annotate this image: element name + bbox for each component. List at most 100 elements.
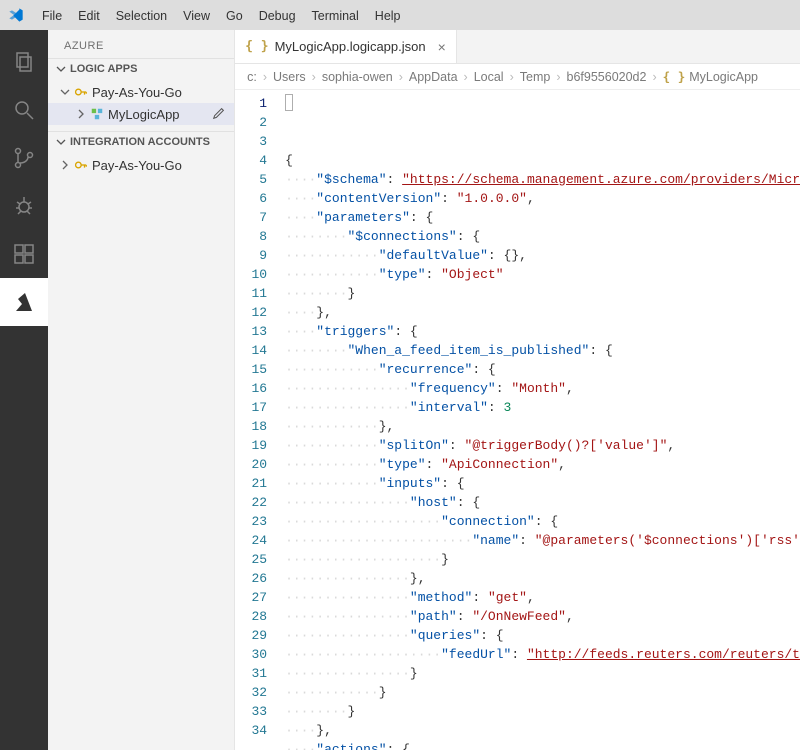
line-number: 5 [235, 170, 267, 189]
tab-mylogicapp[interactable]: { } MyLogicApp.logicapp.json × [235, 30, 457, 63]
code-line[interactable]: ············} [285, 683, 800, 702]
menu-selection[interactable]: Selection [108, 9, 175, 23]
code-line[interactable]: ············"recurrence": { [285, 360, 800, 379]
code-line[interactable]: ················"interval": 3 [285, 398, 800, 417]
breadcrumb-file[interactable]: MyLogicApp [689, 70, 758, 84]
code-line[interactable]: ····················} [285, 550, 800, 569]
code-line[interactable]: ················"path": "/OnNewFeed", [285, 607, 800, 626]
tab-label: MyLogicApp.logicapp.json [275, 39, 426, 54]
menu-terminal[interactable]: Terminal [304, 9, 367, 23]
code-line[interactable]: ········"When_a_feed_item_is_published":… [285, 341, 800, 360]
tree-item-pay-as-you-go[interactable]: Pay-As-You-Go [48, 81, 234, 103]
breadcrumb-segment[interactable]: c: [247, 70, 257, 84]
json-braces-icon: { } [663, 69, 686, 84]
line-number: 15 [235, 360, 267, 379]
line-number: 20 [235, 455, 267, 474]
debug-icon[interactable] [0, 182, 48, 230]
line-number: 19 [235, 436, 267, 455]
section-logic-apps[interactable]: LOGIC APPS [48, 58, 234, 79]
code-line[interactable]: ····················"feedUrl": "http://f… [285, 645, 800, 664]
chevron-right-icon: › [650, 70, 658, 84]
search-icon[interactable] [0, 86, 48, 134]
source-control-icon[interactable] [0, 134, 48, 182]
code-line[interactable]: ················"frequency": "Month", [285, 379, 800, 398]
tree-item-mylogicapp[interactable]: MyLogicApp [48, 103, 234, 125]
code-line[interactable]: ········"$connections": { [285, 227, 800, 246]
chevron-down-icon [54, 62, 68, 76]
chevron-right-icon: › [310, 70, 318, 84]
chevron-right-icon: › [462, 70, 470, 84]
tab-bar: { } MyLogicApp.logicapp.json × [235, 30, 800, 64]
code-line[interactable]: ················"method": "get", [285, 588, 800, 607]
breadcrumb-segment[interactable]: Users [273, 70, 306, 84]
code-line[interactable]: ············"type": "Object" [285, 265, 800, 284]
code-line[interactable]: ············"inputs": { [285, 474, 800, 493]
line-number: 28 [235, 607, 267, 626]
line-number: 16 [235, 379, 267, 398]
code-line[interactable]: ············"splitOn": "@triggerBody()?[… [285, 436, 800, 455]
line-number: 12 [235, 303, 267, 322]
code-line[interactable]: ····"contentVersion": "1.0.0.0", [285, 189, 800, 208]
code-line[interactable]: ····"$schema": "https://schema.managemen… [285, 170, 800, 189]
extensions-icon[interactable] [0, 230, 48, 278]
code-line[interactable]: ············}, [285, 417, 800, 436]
code-line[interactable]: ················} [285, 664, 800, 683]
json-braces-icon: { } [245, 39, 268, 54]
code-line[interactable]: ············"defaultValue": {}, [285, 246, 800, 265]
breadcrumb-segment[interactable]: AppData [409, 70, 458, 84]
line-number: 7 [235, 208, 267, 227]
activity-bar [0, 30, 48, 750]
menu-view[interactable]: View [175, 9, 218, 23]
code-line[interactable]: ····"triggers": { [285, 322, 800, 341]
code-line[interactable]: ····}, [285, 303, 800, 322]
code-content[interactable]: {····"$schema": "https://schema.manageme… [277, 90, 800, 750]
code-line[interactable]: ········} [285, 284, 800, 303]
line-number-gutter: 1234567891011121314151617181920212223242… [235, 90, 277, 750]
line-number: 3 [235, 132, 267, 151]
chevron-right-icon: › [508, 70, 516, 84]
breadcrumbs[interactable]: c:›Users›sophia-owen›AppData›Local›Temp›… [235, 64, 800, 90]
line-number: 2 [235, 113, 267, 132]
code-line[interactable]: ················"queries": { [285, 626, 800, 645]
azure-icon[interactable] [0, 278, 48, 326]
line-number: 21 [235, 474, 267, 493]
chevron-right-icon: › [261, 70, 269, 84]
code-line[interactable]: ················"host": { [285, 493, 800, 512]
line-number: 34 [235, 721, 267, 740]
code-line[interactable]: ····"parameters": { [285, 208, 800, 227]
breadcrumb-segment[interactable]: sophia-owen [322, 70, 393, 84]
menu-file[interactable]: File [34, 9, 70, 23]
code-line[interactable]: ····················"connection": { [285, 512, 800, 531]
code-line[interactable]: ········} [285, 702, 800, 721]
menu-help[interactable]: Help [367, 9, 409, 23]
code-line[interactable]: ····}, [285, 721, 800, 740]
key-icon [74, 158, 88, 172]
close-icon[interactable]: × [438, 39, 446, 55]
breadcrumb-segment[interactable]: Local [474, 70, 504, 84]
code-line[interactable]: { [285, 151, 800, 170]
code-editor[interactable]: 1234567891011121314151617181920212223242… [235, 90, 800, 750]
sidebar-title: AZURE [48, 30, 234, 58]
code-line[interactable]: ············"type": "ApiConnection", [285, 455, 800, 474]
breadcrumb-segment[interactable]: b6f9556020d2 [567, 70, 647, 84]
code-line[interactable]: ················}, [285, 569, 800, 588]
section-integration-accounts[interactable]: INTEGRATION ACCOUNTS [48, 131, 234, 152]
line-number: 24 [235, 531, 267, 550]
tree-item-pay-as-you-go[interactable]: Pay-As-You-Go [48, 154, 234, 176]
titlebar: FileEditSelectionViewGoDebugTerminalHelp [0, 0, 800, 30]
menu-edit[interactable]: Edit [70, 9, 108, 23]
line-number: 8 [235, 227, 267, 246]
key-icon [74, 85, 88, 99]
code-line[interactable]: ····"actions": { [285, 740, 800, 750]
pencil-icon[interactable] [212, 106, 226, 123]
line-number: 14 [235, 341, 267, 360]
files-icon[interactable] [0, 38, 48, 86]
chevron-icon [74, 107, 88, 121]
code-line[interactable]: ························"name": "@parame… [285, 531, 800, 550]
menu-go[interactable]: Go [218, 9, 251, 23]
menu-bar: FileEditSelectionViewGoDebugTerminalHelp [34, 8, 409, 23]
breadcrumb-segment[interactable]: Temp [520, 70, 551, 84]
editor-group: { } MyLogicApp.logicapp.json × c: › Users ›… [235, 30, 800, 750]
menu-debug[interactable]: Debug [251, 9, 304, 23]
logicapp-icon [90, 107, 104, 121]
